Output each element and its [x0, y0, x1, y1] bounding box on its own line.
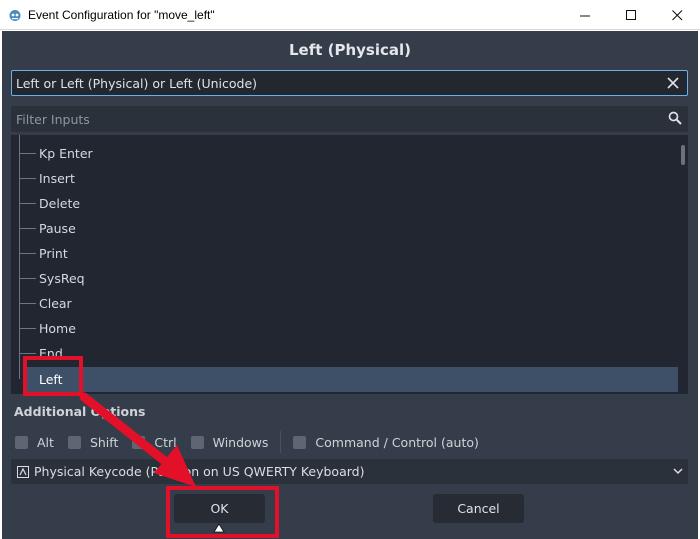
- filter-inputs-input[interactable]: [16, 111, 636, 127]
- cancel-button[interactable]: Cancel: [433, 494, 524, 523]
- tree-item-label: SysReq: [39, 271, 85, 286]
- modifier-checkboxes: Alt Shift Ctrl Windows Command / Control…: [15, 431, 493, 453]
- tree-item-label: Print: [39, 246, 68, 261]
- event-listener-field[interactable]: Left or Left (Physical) or Left (Unicode…: [11, 70, 688, 96]
- tree-item-label: End: [39, 346, 63, 361]
- shift-checkbox[interactable]: Shift: [67, 434, 119, 450]
- command-control-label: Command / Control (auto): [315, 434, 479, 450]
- tree-item-kp-enter[interactable]: Kp Enter: [11, 141, 679, 166]
- tree-item-label: Clear: [39, 296, 72, 311]
- clear-icon[interactable]: [665, 74, 681, 92]
- modifier-separator: [280, 431, 282, 453]
- godot-logo-icon: [9, 9, 21, 21]
- tree-item-label: Pause: [39, 221, 76, 236]
- tree-item-clear[interactable]: Clear: [11, 291, 679, 316]
- filter-inputs-field[interactable]: [11, 106, 688, 132]
- tree-item-label: Left: [39, 372, 63, 387]
- tree-item-label: Home: [39, 321, 76, 336]
- tree-scrollbar[interactable]: [681, 145, 685, 165]
- tree-item-label: Delete: [39, 196, 81, 211]
- tree-item-home[interactable]: Home: [11, 316, 679, 341]
- keycode-type-value: Physical Keycode (Position on US QWERTY …: [34, 464, 365, 479]
- mouse-cursor-icon: [213, 523, 225, 533]
- ctrl-label: Ctrl: [154, 434, 177, 450]
- window-title: Event Configuration for "move_left": [28, 7, 215, 22]
- windows-checkbox[interactable]: Windows: [190, 434, 269, 450]
- shift-label: Shift: [89, 434, 119, 450]
- event-heading: Left (Physical): [288, 41, 412, 59]
- tree-item-end[interactable]: End: [11, 341, 679, 366]
- ok-button[interactable]: OK: [174, 494, 265, 523]
- alt-label: Alt: [37, 434, 54, 450]
- maximize-icon[interactable]: [608, 0, 654, 30]
- tree-item-label: Insert: [39, 171, 75, 186]
- ctrl-checkbox[interactable]: Ctrl: [132, 434, 177, 450]
- additional-options-heading: Additional Options: [14, 404, 146, 419]
- tree-item-left-selected[interactable]: Left: [26, 367, 678, 392]
- tree-item-delete[interactable]: Delete: [11, 191, 679, 216]
- window-titlebar: Event Configuration for "move_left": [0, 0, 700, 30]
- tree-item-label: Kp Enter: [39, 146, 93, 161]
- search-icon: [668, 111, 682, 125]
- command-control-checkbox[interactable]: Command / Control (auto): [293, 434, 479, 450]
- window-controls: [562, 0, 700, 30]
- close-icon[interactable]: [654, 0, 700, 30]
- input-tree[interactable]: Kp Enter Insert Delete Pause Print SysRe…: [11, 135, 688, 394]
- keycode-type-select[interactable]: Physical Keycode (Position on US QWERTY …: [11, 459, 688, 484]
- alt-checkbox[interactable]: Alt: [15, 435, 54, 450]
- tree-item-insert[interactable]: Insert: [11, 166, 679, 191]
- windows-label: Windows: [212, 434, 269, 450]
- tree-item-print[interactable]: Print: [11, 241, 679, 266]
- event-configuration-dialog: Left (Physical) Left or Left (Physical) …: [2, 31, 698, 539]
- keyboard-icon: [17, 465, 29, 478]
- event-listener-value: Left or Left (Physical) or Left (Unicode…: [16, 75, 258, 91]
- minimize-icon[interactable]: [562, 0, 608, 30]
- chevron-down-icon: [673, 468, 683, 475]
- tree-item-pause[interactable]: Pause: [11, 216, 679, 241]
- tree-item-sysreq[interactable]: SysReq: [11, 266, 679, 291]
